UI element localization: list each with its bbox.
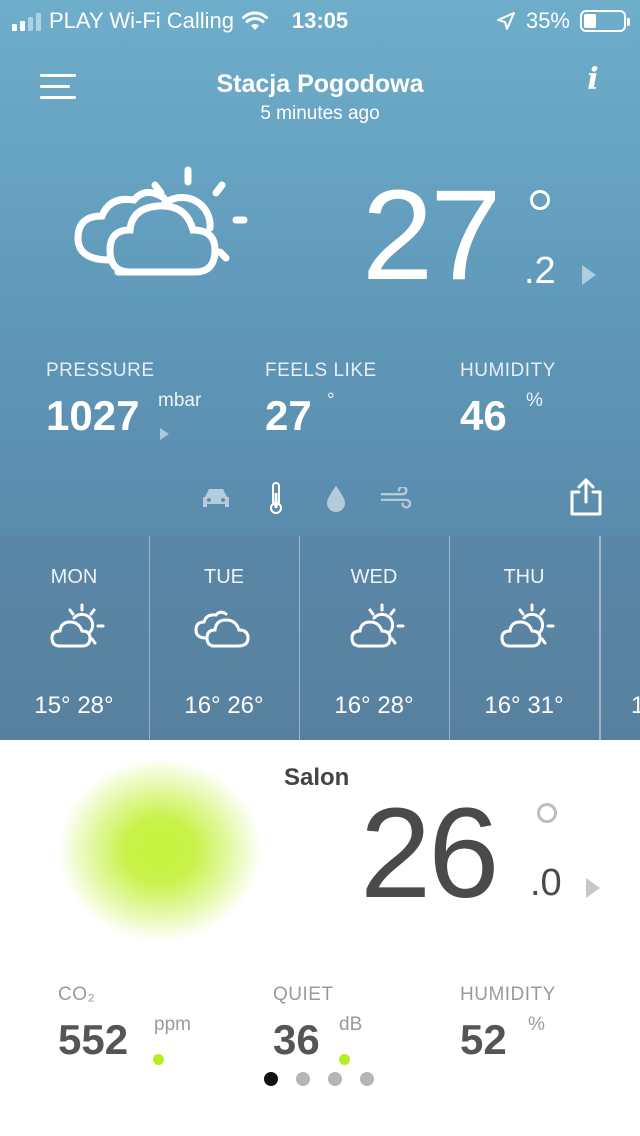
car-icon[interactable]	[200, 480, 232, 516]
indoor-temperature: 26	[360, 782, 499, 925]
indoor-temperature-decimal: .0	[530, 862, 562, 904]
quiet-indicator-dot	[339, 1054, 350, 1065]
pressure-unit: mbar	[158, 390, 202, 411]
quiet-unit: dB	[339, 1014, 363, 1035]
forecast-temps: 16° 28°	[334, 692, 414, 719]
share-icon[interactable]	[566, 476, 606, 518]
station-title: Stacja Pogodowa	[216, 70, 424, 98]
page-dot[interactable]	[328, 1072, 342, 1086]
wind-icon[interactable]	[380, 480, 412, 516]
battery-icon	[580, 10, 630, 32]
quiet-metric[interactable]: QUIET 36 dB	[273, 984, 423, 1074]
forecast-day-name: MON	[50, 566, 98, 588]
drop-icon[interactable]	[320, 480, 352, 516]
humidity-value: 46	[460, 392, 507, 439]
room-name: Salon	[284, 764, 350, 791]
page-dot[interactable]	[296, 1072, 310, 1086]
feels-like-value: 27	[265, 392, 312, 439]
air-quality-indicator[interactable]	[60, 760, 260, 940]
co2-indicator-dot	[153, 1054, 164, 1065]
co2-value: 552	[58, 1016, 129, 1063]
co2-label: CO₂	[58, 984, 96, 1005]
forecast-day[interactable]: MON 15° 28°	[0, 536, 150, 740]
battery-percent: 35%	[525, 8, 570, 33]
humidity-metric[interactable]: HUMIDITY 46 %	[460, 360, 610, 450]
indoor-humidity-unit: %	[528, 1014, 545, 1035]
info-button[interactable]: i	[578, 62, 608, 102]
page-dot-active[interactable]	[264, 1072, 278, 1086]
forecast-day-partial[interactable]: 1	[600, 536, 640, 740]
forecast-temps: 16° 31°	[484, 692, 564, 719]
outdoor-temperature-decimal: .2	[524, 250, 556, 292]
cloud-icon	[194, 610, 250, 648]
indoor-humidity-metric[interactable]: HUMIDITY 52 %	[460, 984, 610, 1074]
forecast-temps: 15° 28°	[34, 692, 114, 719]
outdoor-temperature: 27	[362, 164, 501, 307]
forecast-day-name: THU	[503, 566, 545, 588]
pressure-trend-arrow	[160, 428, 169, 440]
thermometer-icon[interactable]	[260, 480, 292, 516]
partly-sunny-icon	[350, 603, 405, 648]
page-dot[interactable]	[360, 1072, 374, 1086]
outdoor-panel: PLAY Wi-Fi Calling 13:05 35% Stacja Pogo…	[0, 0, 640, 740]
forecast-day-name: WED	[350, 566, 398, 588]
forecast-day[interactable]: TUE 16° 26°	[150, 536, 300, 740]
humidity-label: HUMIDITY	[460, 360, 556, 381]
forecast-day[interactable]: WED 16° 28°	[300, 536, 450, 740]
co2-unit: ppm	[154, 1014, 191, 1035]
indoor-degree-symbol	[537, 803, 557, 823]
partly-sunny-icon	[50, 603, 105, 648]
co2-metric[interactable]: CO₂ 552 ppm	[58, 984, 238, 1074]
pressure-label: PRESSURE	[46, 360, 155, 381]
partly-sunny-icon	[74, 166, 248, 276]
outdoor-temperature-arrow[interactable]	[582, 265, 596, 285]
pressure-metric[interactable]: PRESSURE 1027 mbar	[46, 360, 236, 450]
status-right: 35%	[496, 8, 630, 34]
quiet-label: QUIET	[273, 984, 334, 1005]
humidity-unit: %	[526, 390, 543, 411]
feels-like-label: FEELS LIKE	[265, 360, 377, 381]
last-update: 5 minutes ago	[260, 103, 380, 124]
status-bar: PLAY Wi-Fi Calling 13:05 35%	[0, 0, 640, 42]
partly-sunny-icon	[500, 603, 555, 648]
indoor-temperature-arrow[interactable]	[586, 878, 600, 898]
indoor-humidity-label: HUMIDITY	[460, 984, 556, 1005]
info-icon: i	[587, 62, 599, 97]
page-indicator[interactable]	[264, 1072, 374, 1086]
feels-like-metric[interactable]: FEELS LIKE 27 °	[265, 360, 415, 450]
quiet-value: 36	[273, 1016, 320, 1063]
forecast-day-name: TUE	[204, 566, 244, 588]
forecast-temps: 1	[631, 692, 640, 720]
location-arrow-icon	[496, 12, 515, 30]
degree-symbol	[530, 190, 550, 210]
forecast-temps: 16° 26°	[184, 692, 264, 719]
forecast-strip[interactable]: MON 15° 28° TUE 16° 26° WED 16° 28° THU …	[0, 536, 640, 740]
feels-like-unit: °	[327, 390, 335, 411]
forecast-day[interactable]: THU 16° 31°	[450, 536, 600, 740]
pressure-value: 1027	[46, 392, 140, 439]
indoor-humidity-value: 52	[460, 1016, 507, 1063]
display-modes	[200, 480, 412, 516]
